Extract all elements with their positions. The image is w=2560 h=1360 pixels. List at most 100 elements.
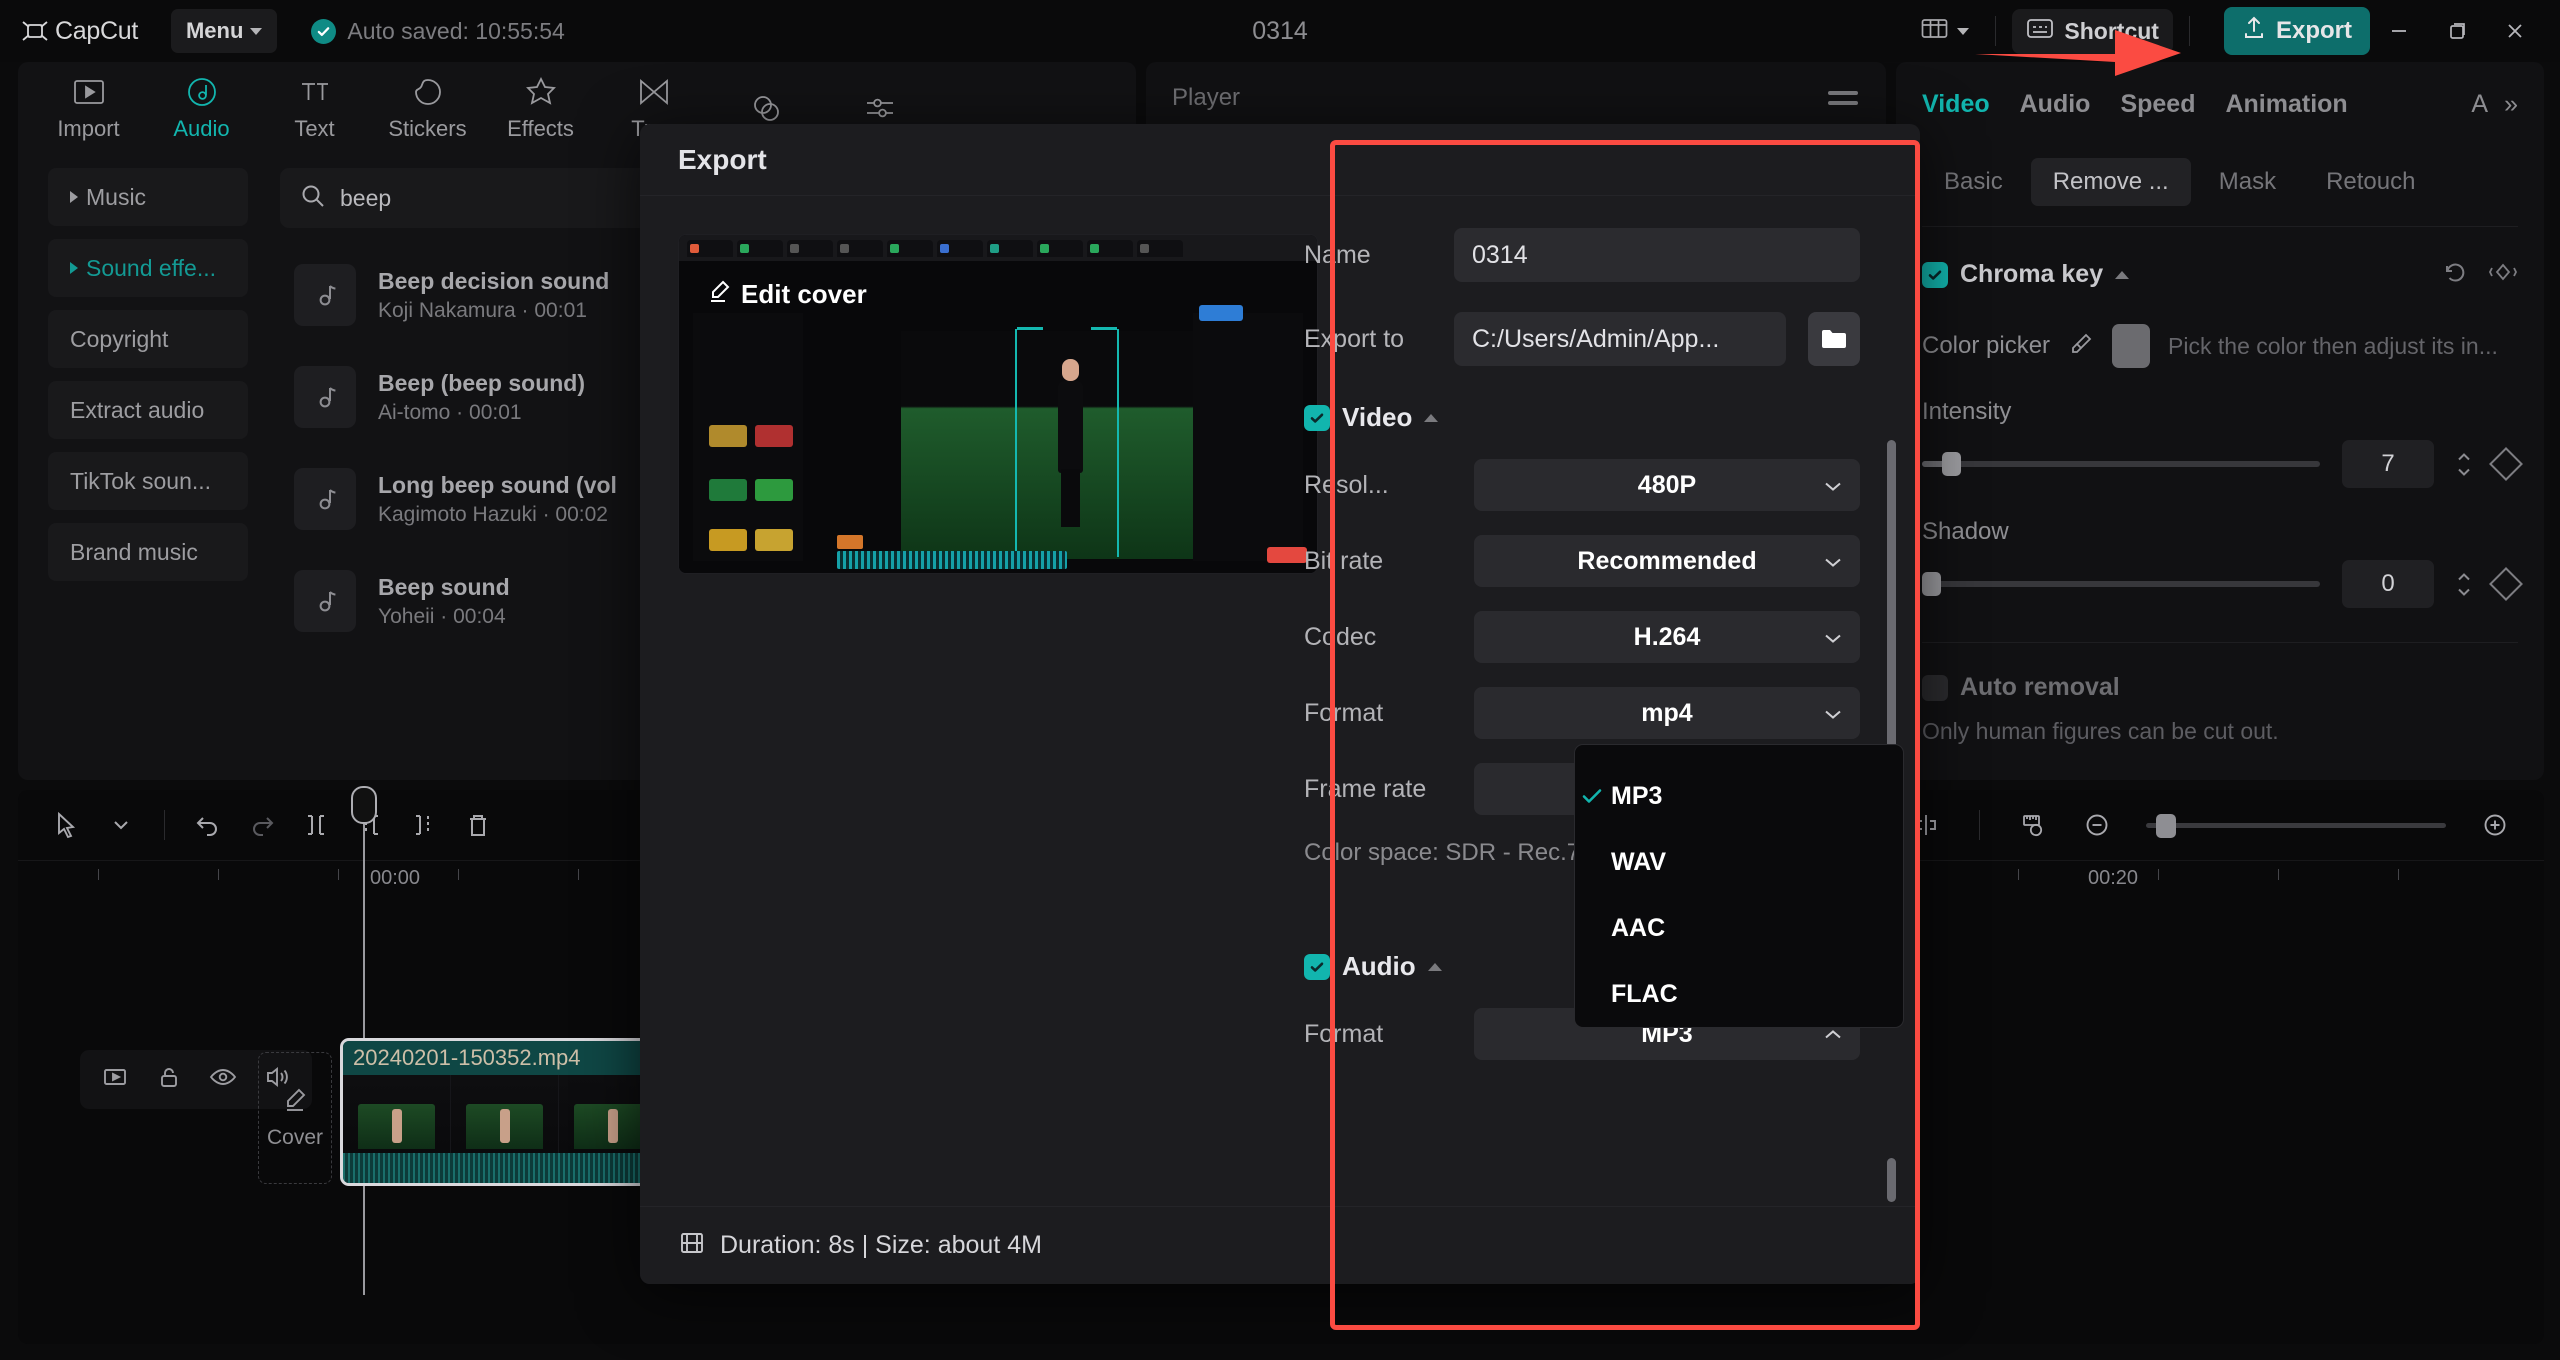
intensity-keyframe-icon[interactable] [2489, 447, 2523, 481]
subtab-retouch[interactable]: Retouch [2304, 158, 2437, 206]
music-note-icon [294, 264, 356, 326]
chevron-up-icon[interactable] [1424, 414, 1438, 422]
eye-icon[interactable] [208, 1062, 238, 1097]
codec-row: Codec H.264 [1304, 611, 1860, 663]
color-picker-label: Color picker [1922, 332, 2050, 360]
shadow-keyframe-icon[interactable] [2489, 567, 2523, 601]
hamburger-icon[interactable] [1828, 91, 1858, 105]
chevron-down-icon[interactable] [94, 798, 148, 852]
name-input[interactable]: 0314 [1454, 228, 1860, 282]
tab-audio[interactable]: Audio [2020, 90, 2091, 119]
tab-audio[interactable]: Audio [145, 66, 258, 150]
shortcut-button[interactable]: Shortcut [2012, 9, 2173, 54]
intensity-value[interactable]: 7 [2342, 440, 2434, 488]
maximize-button[interactable] [2428, 0, 2486, 62]
codec-dropdown[interactable]: H.264 [1474, 611, 1860, 663]
eyedropper-icon[interactable] [2068, 331, 2094, 362]
zoom-out-icon[interactable] [2070, 798, 2124, 852]
menu-item-label: MP3 [1611, 782, 1662, 811]
ruler-zoom-icon[interactable] [2006, 798, 2060, 852]
properties-subtab-bar: Basic Remove ... Mask Retouch [1922, 152, 2518, 212]
name-label: Name [1304, 241, 1432, 270]
search-value: beep [340, 185, 391, 212]
select-arrow-icon[interactable] [40, 798, 94, 852]
menu-item-mp3[interactable]: MP3 [1575, 763, 1903, 829]
audio-checkbox[interactable] [1304, 954, 1330, 980]
cover-button[interactable]: Cover [258, 1052, 332, 1184]
chroma-key-checkbox[interactable] [1922, 262, 1948, 288]
music-note-icon [294, 570, 356, 632]
intensity-slider[interactable] [1922, 461, 2320, 467]
zoom-in-icon[interactable] [2468, 798, 2522, 852]
shadow-slider[interactable] [1922, 581, 2320, 587]
menu-button[interactable]: Menu [171, 9, 277, 53]
chevron-up-icon[interactable] [2115, 271, 2129, 279]
intensity-stepper[interactable] [2456, 452, 2472, 477]
nav-item-extract-audio[interactable]: Extract audio [48, 381, 248, 439]
tab-video[interactable]: Video [1922, 90, 1990, 119]
cover-preview[interactable]: Edit cover [678, 234, 1318, 574]
nav-item-brand-music[interactable]: Brand music [48, 523, 248, 581]
subtab-mask[interactable]: Mask [2197, 158, 2298, 206]
bitrate-dropdown[interactable]: Recommended [1474, 535, 1860, 587]
subtab-remove-bg[interactable]: Remove ... [2031, 158, 2191, 206]
zoom-slider[interactable] [2146, 823, 2446, 828]
nav-item-tiktok-sounds[interactable]: TikTok soun... [48, 452, 248, 510]
preview-icon[interactable] [100, 1062, 130, 1097]
film-icon [678, 1229, 706, 1262]
settings-scrollbar[interactable] [1887, 440, 1896, 790]
playhead-handle[interactable] [351, 786, 377, 824]
minimize-button[interactable] [2370, 0, 2428, 62]
shadow-value[interactable]: 0 [2342, 560, 2434, 608]
menu-item-wav[interactable]: WAV [1575, 829, 1903, 895]
export-button[interactable]: Export [2224, 7, 2370, 55]
tab-text[interactable]: Text [258, 66, 371, 150]
tab-stickers[interactable]: Stickers [371, 66, 484, 150]
delete-icon[interactable] [451, 798, 505, 852]
lock-icon[interactable] [154, 1062, 184, 1097]
tab-adjust-partial[interactable]: A [2471, 90, 2488, 119]
subtab-basic[interactable]: Basic [1922, 158, 2025, 206]
nav-item-sound-effects[interactable]: Sound effe... [48, 239, 248, 297]
undo-icon[interactable] [181, 798, 235, 852]
auto-removal-checkbox[interactable] [1922, 675, 1948, 701]
auto-removal-note: Only human figures can be cut out. [1922, 718, 2518, 745]
edit-cover-button[interactable]: Edit cover [707, 279, 867, 310]
nav-label: TikTok soun... [70, 468, 211, 495]
chevron-double-right-icon[interactable]: » [2504, 90, 2518, 119]
export-path-input[interactable]: C:/Users/Admin/App... [1454, 312, 1786, 366]
video-format-value: mp4 [1641, 699, 1692, 728]
brand-name: CapCut [55, 17, 138, 46]
export-dialog-header: Export [640, 124, 1920, 196]
close-button[interactable] [2486, 0, 2544, 62]
menu-item-label: AAC [1611, 914, 1665, 943]
auto-removal-title: Auto removal [1960, 673, 2120, 702]
tab-animation[interactable]: Animation [2225, 90, 2347, 119]
timeline-clip[interactable]: 20240201-150352.mp4 [340, 1038, 670, 1186]
color-swatch[interactable] [2112, 324, 2150, 368]
resolution-value: 480P [1638, 471, 1696, 500]
trim-right-icon[interactable] [397, 798, 451, 852]
layout-button[interactable] [1911, 9, 1979, 53]
reset-icon[interactable] [2440, 257, 2470, 292]
resolution-dropdown[interactable]: 480P [1474, 459, 1860, 511]
menu-item-flac[interactable]: FLAC [1575, 961, 1903, 1027]
chevron-up-icon[interactable] [1428, 963, 1442, 971]
tab-speed[interactable]: Speed [2120, 90, 2195, 119]
divider [1922, 642, 2518, 643]
tab-effects[interactable]: Effects [484, 66, 597, 150]
keyframe-diamond-icon[interactable] [2488, 257, 2518, 292]
tab-import[interactable]: Import [32, 66, 145, 150]
folder-icon[interactable] [1808, 312, 1860, 366]
edit-cover-label: Edit cover [741, 279, 867, 310]
split-icon[interactable] [289, 798, 343, 852]
settings-scrollbar-lower[interactable] [1887, 1158, 1896, 1202]
video-format-dropdown[interactable]: mp4 [1474, 687, 1860, 739]
nav-item-music[interactable]: Music [48, 168, 248, 226]
nav-item-copyright[interactable]: Copyright [48, 310, 248, 368]
video-checkbox[interactable] [1304, 405, 1330, 431]
menu-item-aac[interactable]: AAC [1575, 895, 1903, 961]
color-picker-hint: Pick the color then adjust its in... [2168, 333, 2498, 360]
shadow-stepper[interactable] [2456, 572, 2472, 597]
redo-icon[interactable] [235, 798, 289, 852]
